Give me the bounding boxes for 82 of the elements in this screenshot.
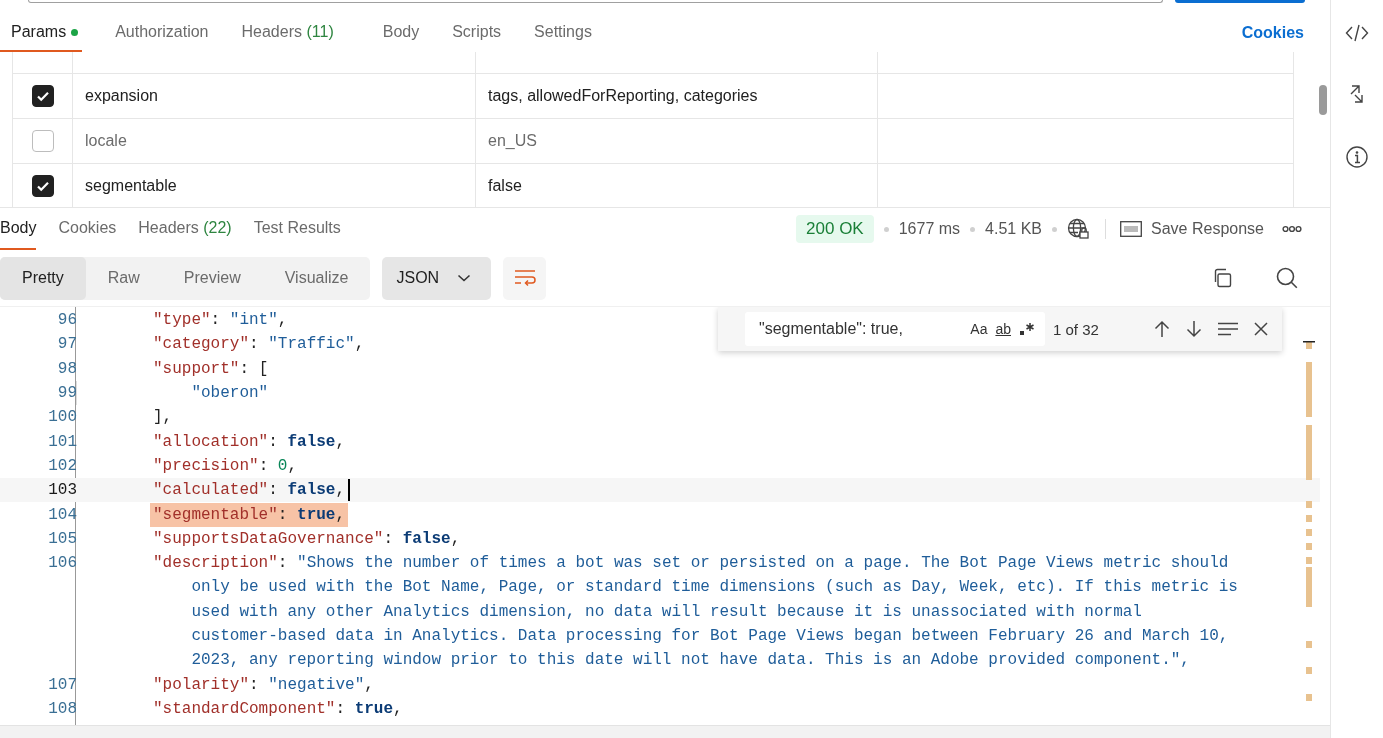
code-text: "category": "Traffic", (152, 334, 366, 356)
selection-lines-icon[interactable] (1218, 322, 1238, 336)
line-number: 96 (56, 311, 77, 330)
info-icon[interactable] (1346, 146, 1368, 168)
response-tab[interactable]: Cookies (58, 208, 117, 250)
view-mode-tab[interactable]: Pretty (0, 256, 86, 300)
arrow-up-icon[interactable] (1154, 320, 1170, 338)
chevron-down-icon (457, 274, 472, 282)
code-text: "segmentable": true, (150, 502, 349, 527)
request-tab[interactable]: Params (0, 14, 83, 52)
response-time: 1677 ms (898, 220, 961, 238)
search-icon[interactable] (1276, 267, 1298, 289)
code-text: "oberon" (190, 383, 270, 405)
match-case-toggle[interactable]: Aa (970, 321, 988, 337)
request-tab[interactable]: Headers (11) (230, 14, 334, 52)
url-field[interactable] (28, 0, 1163, 3)
view-mode-tab[interactable]: Visualize (262, 256, 371, 300)
line-number: 108 (47, 699, 77, 718)
regex-icon[interactable] (1019, 321, 1035, 337)
response-size: 4.51 KB (985, 220, 1043, 238)
request-tab[interactable]: Authorization (104, 14, 209, 52)
line-number: 105 (47, 529, 77, 548)
param-key: segmentable (85, 177, 177, 195)
view-mode-tab[interactable]: Raw (85, 256, 162, 300)
code-text: "precision": 0, (152, 455, 299, 477)
response-tab[interactable]: Body (0, 208, 37, 250)
request-tab[interactable]: Scripts (441, 14, 502, 52)
wrap-lines-icon (513, 269, 536, 287)
code-text: "description": "Shows the number of times a bot was set or persisted on a page. The Bot Page Views metric should (152, 553, 1230, 575)
param-value: false (488, 177, 522, 195)
line-number: 100 (47, 408, 77, 427)
example-icon (1120, 221, 1143, 237)
response-tab[interactable]: Test Results (253, 208, 341, 250)
response-tab[interactable]: Headers (22) (138, 208, 232, 250)
code-text: customer-based data in Analytics. Data processing for Bot Page Views began between February 26 and March 10, (190, 626, 1230, 647)
code-text: "standardComponent": true, (152, 698, 404, 720)
param-value: en_US (488, 132, 537, 150)
checkbox[interactable] (31, 85, 54, 107)
close-icon[interactable] (1254, 322, 1268, 336)
line-number: 102 (47, 456, 77, 475)
arrows-icon[interactable] (1348, 84, 1366, 104)
line-number: 97 (56, 335, 77, 354)
line-number: 106 (47, 554, 77, 573)
whole-word-toggle[interactable]: ab (995, 321, 1011, 337)
cookies-link[interactable]: Cookies (1241, 24, 1304, 42)
request-tab[interactable]: Settings (523, 14, 592, 52)
arrow-down-icon[interactable] (1186, 320, 1202, 338)
save-response-button[interactable]: Save Response (1120, 220, 1264, 238)
code-text: "polarity": "negative", (152, 674, 375, 696)
checkbox[interactable] (31, 175, 54, 197)
wrap-lines-button[interactable] (503, 256, 547, 300)
line-number: 98 (56, 359, 77, 378)
param-value: tags, allowedForReporting, categories (488, 87, 758, 105)
code-text: "calculated": false, (152, 480, 347, 502)
line-number: 103 (47, 481, 77, 500)
code-text: "supportsDataGovernance": false, (152, 528, 462, 550)
code-text: "support": [ (152, 358, 270, 380)
code-text: only be used with the Bot Name, Page, or standard time dimensions (such as Day, Week, etc). If this metric is (190, 577, 1239, 599)
copy-icon[interactable] (1212, 268, 1232, 288)
view-mode-tab[interactable]: Preview (161, 256, 263, 300)
code-text: "allocation": false, (152, 431, 347, 453)
line-number: 101 (47, 432, 77, 451)
globe-lock-icon[interactable] (1067, 218, 1092, 240)
find-field[interactable]: "segmentable": true, Aa ab (745, 312, 1045, 346)
code-text: 2023, any reporting window prior to this date will not have data. This is an Adobe provided component.", (190, 650, 1191, 672)
request-tab[interactable]: Body (371, 14, 420, 52)
code-text: used with any other Analytics dimension, no data will result because it is unassociated with normal (190, 601, 1143, 623)
match-count: 1 of 32 (1053, 320, 1099, 338)
scrollbar-thumb[interactable] (1319, 85, 1327, 115)
line-number: 107 (47, 675, 77, 694)
format-dropdown[interactable]: JSON (382, 256, 492, 300)
line-number: 99 (56, 384, 77, 403)
code-text: ], (152, 407, 174, 429)
text-cursor (348, 479, 351, 502)
status-badge: 200 OK (796, 215, 874, 243)
line-number: 104 (47, 505, 77, 524)
param-key: locale (85, 132, 127, 150)
more-icon[interactable] (1282, 225, 1302, 233)
code-text: "type": "int", (152, 310, 289, 332)
code-icon[interactable] (1345, 24, 1369, 42)
param-key: expansion (85, 87, 158, 105)
checkbox[interactable] (31, 130, 54, 152)
